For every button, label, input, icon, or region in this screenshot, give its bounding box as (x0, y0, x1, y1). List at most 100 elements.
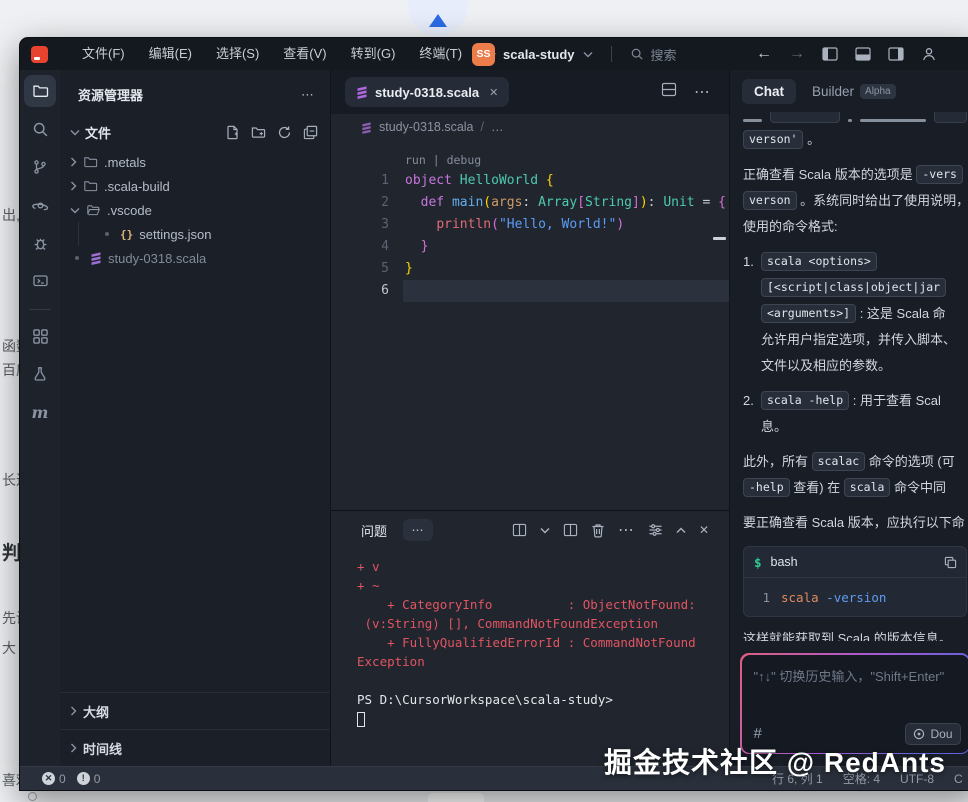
chevron-down-icon[interactable] (540, 527, 550, 534)
terminal-line[interactable]: + CategoryInfo : ObjectNotFound: (357, 595, 729, 614)
activity-metals-icon[interactable]: m (24, 396, 56, 428)
tree-item-.vscode[interactable]: .vscode (60, 198, 330, 222)
terminal-line[interactable]: + v (357, 557, 729, 576)
menu-item[interactable]: 选择(S) (204, 42, 271, 66)
terminal-line[interactable]: Exception (357, 652, 729, 671)
terminal-line[interactable]: + ~ (357, 576, 729, 595)
sidebar-more-button[interactable]: ⋯ (301, 87, 316, 103)
refresh-icon[interactable] (277, 125, 292, 140)
bottom-panel: 问题 ⋯ ⋯ ✕ + v+ ~ + CategoryInfo : Obje (331, 510, 729, 766)
activity-source-control-icon[interactable] (24, 151, 56, 183)
folder-icon (83, 155, 98, 169)
inline-code-chip: scala (844, 478, 891, 497)
close-panel-icon[interactable]: ✕ (699, 523, 709, 537)
terminal-line[interactable]: + FullyQualifiedErrorId : CommandNotFoun… (357, 633, 729, 652)
activity-console-screen-icon[interactable] (24, 265, 56, 297)
project-switcher[interactable]: SS scala-study 搜索 (472, 43, 677, 66)
codelens-run-link[interactable]: run (405, 153, 426, 167)
code-line[interactable]: 5} (331, 258, 729, 280)
tree-item-.scala-build[interactable]: .scala-build (60, 174, 330, 198)
maximize-panel-icon[interactable] (676, 527, 686, 534)
eol-status[interactable]: C (954, 772, 963, 786)
watermark: 掘金技术社区 @ RedAnts (604, 741, 946, 781)
account-icon[interactable] (921, 46, 937, 62)
tree-item-settings.json[interactable]: {}settings.json (60, 222, 330, 246)
global-search[interactable]: 搜索 (630, 45, 677, 64)
menu-item[interactable]: 编辑(E) (137, 42, 204, 66)
tab-builder-label: Builder (812, 84, 854, 99)
terminal-columns-icon[interactable] (512, 523, 527, 537)
filter-sliders-icon[interactable] (648, 523, 663, 537)
activity-remote-orbit-icon[interactable] (24, 189, 56, 221)
activity-explorer-icon[interactable] (24, 75, 56, 107)
menu-item[interactable]: 查看(V) (271, 42, 338, 66)
menubar: 文件(F)编辑(E)选择(S)查看(V)转到(G)终端(T) (70, 42, 474, 66)
inline-code-chip: -help (743, 478, 790, 497)
code-block-header: $bash (744, 547, 966, 578)
chevron-right-icon (70, 181, 77, 191)
chat-text: 允许用户指定选项，并传入脚本、 (761, 332, 956, 347)
copy-code-icon[interactable] (944, 556, 957, 569)
outline-section-header[interactable]: 大纲 (60, 692, 330, 729)
code-editor[interactable]: run | debug 1object HelloWorld {2 def ma… (331, 140, 729, 510)
code-line[interactable]: 4 } (331, 236, 729, 258)
nav-forward-icon[interactable]: → (789, 45, 805, 63)
file-tree: .metals.scala-build.vscode{}settings.jso… (60, 150, 330, 270)
menu-item[interactable]: 文件(F) (70, 42, 137, 66)
files-section-header[interactable]: 文件 (60, 120, 330, 144)
breadcrumb[interactable]: study-0318.scala / … (331, 114, 729, 140)
split-terminal-icon[interactable] (563, 523, 578, 537)
collapse-all-icon[interactable] (303, 125, 318, 140)
code-line[interactable]: 1object HelloWorld { (331, 170, 729, 192)
scroll-top-button[interactable] (408, 0, 468, 36)
menu-item[interactable]: 转到(G) (339, 42, 408, 66)
terminal-line[interactable]: (v:String) [], CommandNotFoundException (357, 614, 729, 633)
layout-panel-bottom-icon[interactable] (855, 47, 871, 61)
editor-more-icon[interactable]: ⋯ (694, 82, 711, 102)
terminal-line[interactable]: PS D:\CursorWorkspace\scala-study> (357, 690, 729, 709)
terminal-line[interactable] (357, 709, 729, 728)
split-editor-icon[interactable] (661, 82, 677, 102)
timeline-section-header[interactable]: 时间线 (60, 729, 330, 766)
activity-test-flask-icon[interactable] (24, 358, 56, 390)
trash-icon[interactable] (591, 523, 605, 538)
line-number: 4 (331, 236, 389, 258)
warnings-status[interactable]: ! 0 (77, 772, 101, 786)
problems-status[interactable]: ✕ 0 (42, 772, 66, 786)
tree-item-.metals[interactable]: .metals (60, 150, 330, 174)
terminal-output[interactable]: + v+ ~ + CategoryInfo : ObjectNotFound: … (331, 549, 729, 766)
activity-debug-bug-icon[interactable] (24, 227, 56, 259)
menu-item[interactable]: 终端(T) (407, 42, 474, 66)
codelens-debug-link[interactable]: debug (447, 153, 482, 167)
panel-header: 问题 ⋯ ⋯ ✕ (331, 511, 729, 549)
breadcrumb-separator: / (481, 120, 484, 134)
background-text-fragment: 大 (2, 638, 20, 658)
context-hash-button[interactable]: # (754, 725, 762, 742)
tree-item-label: settings.json (139, 227, 211, 242)
problems-tab[interactable]: 问题 (361, 521, 387, 540)
code-line[interactable]: 6 (331, 280, 729, 302)
layout-sidebar-right-icon[interactable] (888, 47, 904, 61)
app-logo-icon[interactable] (31, 46, 48, 63)
tab-close-icon[interactable]: ✕ (489, 86, 498, 99)
code-text: println("Hello, World!") (389, 214, 624, 236)
code-block-body: 1scala -version (744, 578, 966, 616)
chat-text-row: 此外，所有 scalac 命令的选项 (可 (743, 449, 967, 475)
new-folder-icon[interactable] (251, 125, 266, 140)
code-line[interactable]: 2 def main(args: Array[String]): Unit = … (331, 192, 729, 214)
panel-tab-more-button[interactable]: ⋯ (403, 519, 433, 541)
nav-back-icon[interactable]: ← (756, 45, 772, 63)
code-line[interactable]: 3 println("Hello, World!") (331, 214, 729, 236)
panel-more-icon[interactable]: ⋯ (618, 520, 635, 540)
tab-builder[interactable]: Builder Alpha (812, 84, 896, 99)
layout-sidebar-left-icon[interactable] (822, 47, 838, 61)
new-file-icon[interactable] (225, 125, 240, 140)
editor-tab[interactable]: study-0318.scala ✕ (345, 77, 509, 107)
terminal-line[interactable] (357, 671, 729, 690)
chat-text-row: 这样就能获取到 Scala 的版本信息。 (743, 626, 967, 641)
activity-extensions-icon[interactable] (24, 320, 56, 352)
tab-chat[interactable]: Chat (742, 79, 796, 104)
activity-search-icon[interactable] (24, 113, 56, 145)
tree-item-study-0318.scala[interactable]: study-0318.scala (60, 246, 330, 270)
chat-input[interactable]: "↑↓" 切换历史输入，"Shift+Enter" # Dou (742, 655, 968, 753)
